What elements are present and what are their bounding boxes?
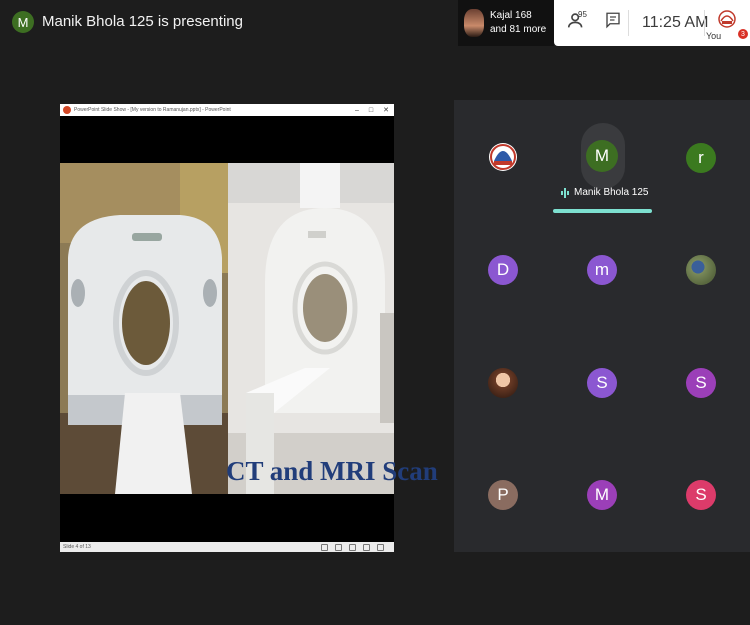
participant-tile-photo[interactable] <box>488 368 518 398</box>
window-controls[interactable]: – □ ✕ <box>350 104 394 116</box>
you-label: You <box>706 31 722 41</box>
participant-tile[interactable]: r <box>686 143 716 173</box>
ct-mri-scanner-image <box>60 163 394 494</box>
presenting-status-text: Manik Bhola 125 is presenting <box>42 13 243 30</box>
maximize-icon[interactable]: □ <box>369 107 373 114</box>
view-controls[interactable] <box>321 543 384 551</box>
presenter-name: Manik Bhola 125 <box>574 187 649 198</box>
normal-view-icon[interactable] <box>321 543 328 551</box>
participant-tile-photo[interactable] <box>686 255 716 285</box>
reading-view-icon[interactable] <box>349 543 356 551</box>
window-title: PowerPoint Slide Show - [My version to R… <box>74 107 231 113</box>
minimize-icon[interactable]: – <box>355 107 359 114</box>
participant-tile[interactable]: S <box>587 368 617 398</box>
joiner-avatar <box>464 9 484 37</box>
account-logo-icon[interactable] <box>717 7 737 31</box>
joiner-more: and 81 more <box>490 24 547 35</box>
participant-tile[interactable]: D <box>488 255 518 285</box>
slideshow-statusbar: Slide 4 of 13 <box>60 542 394 552</box>
speaking-indicator-icon <box>561 187 569 198</box>
participant-tile[interactable]: S <box>686 368 716 398</box>
divider <box>628 10 629 36</box>
window-titlebar: PowerPoint Slide Show - [My version to R… <box>60 104 394 116</box>
participant-tile-logo[interactable] <box>488 131 518 183</box>
speaking-indicator-bar <box>553 209 652 213</box>
slide-caption: CT and MRI Scan <box>226 456 438 486</box>
sorter-view-icon[interactable] <box>335 543 342 551</box>
presenter-avatar: M <box>12 11 34 33</box>
powerpoint-icon <box>63 106 71 114</box>
clock-time: 11:25 AM <box>642 14 709 31</box>
divider <box>704 10 705 36</box>
participant-tile-presenter[interactable]: M <box>586 140 618 172</box>
join-notification[interactable]: Kajal 168 and 81 more <box>458 0 554 46</box>
slideshow-view-icon[interactable] <box>363 543 370 551</box>
fit-icon[interactable] <box>377 543 384 551</box>
participant-tile[interactable]: S <box>686 480 716 510</box>
participant-tile[interactable]: P <box>488 480 518 510</box>
chat-icon[interactable] <box>604 11 622 29</box>
joiner-text: Kajal 168 and 81 more <box>490 9 546 37</box>
participant-tile[interactable]: m <box>587 255 617 285</box>
close-icon[interactable]: ✕ <box>383 106 389 114</box>
notification-badge: 3 <box>738 29 748 39</box>
slide-counter: Slide 4 of 13 <box>63 544 91 550</box>
joiner-name: Kajal 168 <box>490 10 532 21</box>
participant-count: 95 <box>578 10 587 19</box>
participant-tile[interactable]: M <box>587 480 617 510</box>
presenter-name-label: Manik Bhola 125 <box>561 187 649 198</box>
